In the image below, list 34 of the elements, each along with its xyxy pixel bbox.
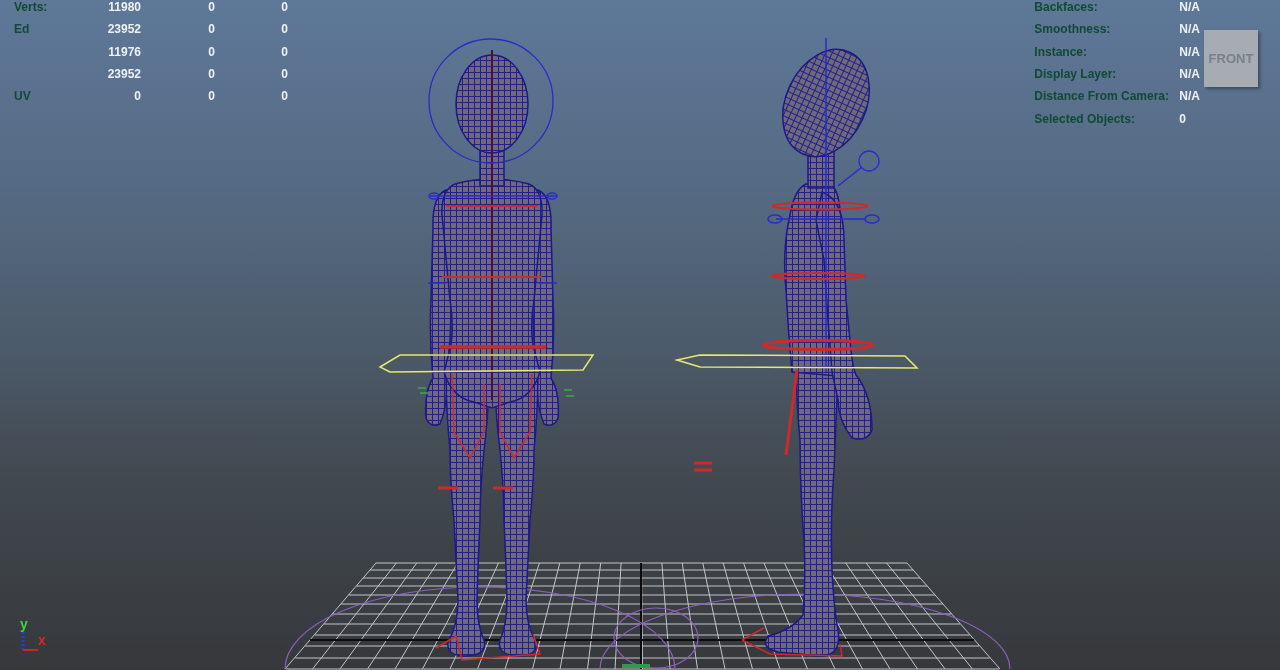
stat-label: Ed bbox=[14, 22, 30, 37]
axis-gizmo-icon bbox=[20, 632, 38, 652]
stat-value: 0 bbox=[208, 67, 215, 82]
info-label: Distance From Camera: bbox=[1034, 89, 1170, 104]
info-value: N/A bbox=[1179, 44, 1200, 59]
info-label: Display Layer: bbox=[1034, 67, 1117, 82]
info-value: 0 bbox=[1179, 111, 1186, 126]
stat-label: Verts: bbox=[14, 0, 48, 15]
double-dash-marker-icon bbox=[692, 461, 714, 472]
info-value: N/A bbox=[1179, 89, 1200, 104]
axis-label: y bbox=[20, 616, 28, 632]
info-label: Backfaces: bbox=[1034, 0, 1098, 15]
axis-label: x bbox=[38, 632, 46, 648]
info-label: Instance: bbox=[1034, 44, 1087, 59]
info-label: Smoothness: bbox=[1034, 22, 1111, 37]
stat-value: 11976 bbox=[108, 44, 141, 59]
stat-value: 0 bbox=[281, 22, 288, 37]
stat-value: 23952 bbox=[107, 67, 141, 82]
info-label: Selected Objects: bbox=[1034, 111, 1136, 126]
stat-value: 23952 bbox=[107, 22, 141, 37]
stat-value: 0 bbox=[281, 89, 288, 104]
stat-value: 0 bbox=[134, 89, 141, 104]
info-value: N/A bbox=[1179, 0, 1200, 15]
stat-value: 0 bbox=[281, 0, 288, 15]
stat-value: 0 bbox=[281, 67, 288, 82]
info-value: N/A bbox=[1179, 67, 1200, 82]
stat-value: 0 bbox=[208, 0, 215, 15]
stat-value: 0 bbox=[208, 89, 215, 104]
info-value: N/A bbox=[1179, 22, 1200, 37]
stat-value: 0 bbox=[281, 44, 288, 59]
stat-value: 11980 bbox=[108, 0, 141, 15]
stat-label: UV bbox=[14, 89, 31, 104]
stat-value: 0 bbox=[208, 44, 215, 59]
stat-value: 0 bbox=[208, 22, 215, 37]
